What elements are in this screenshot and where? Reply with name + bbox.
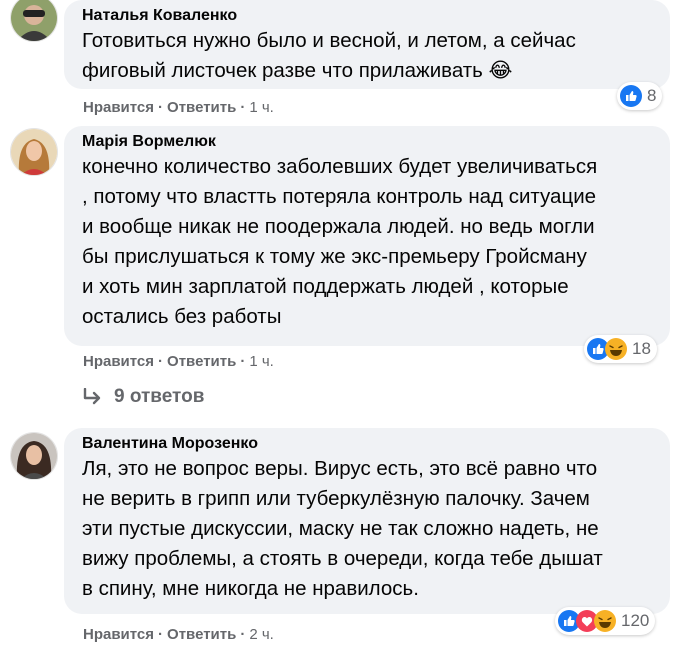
reply-arrow-icon xyxy=(83,388,101,405)
comment-line: , потому что властть потеряла контроль н… xyxy=(82,185,597,208)
comment-line: и вообще никак не поодержала людей. но в… xyxy=(82,215,595,238)
avatar[interactable] xyxy=(10,0,58,42)
comment-text: Ля, это не вопрос веры. Вирус есть, это … xyxy=(82,454,656,604)
comment-actions: Нравится · Ответить · 1 ч. xyxy=(83,99,274,117)
replies-count-label[interactable]: 9 ответов xyxy=(114,386,204,408)
reaction-count: 8 xyxy=(647,86,657,105)
comment-bubble: Наталья Коваленко Готовиться нужно было … xyxy=(64,0,670,89)
comment-actions: Нравится · Ответить · 1 ч. xyxy=(83,353,274,371)
reply-button[interactable]: Ответить xyxy=(167,99,236,116)
comment-line: вижу проблемы, а стоять в очереди, когда… xyxy=(82,547,603,570)
comment-author[interactable]: Марія Вормелюк xyxy=(82,132,656,152)
reactions-summary[interactable]: 120 xyxy=(555,607,656,635)
separator: · xyxy=(240,99,246,116)
comment-line: конечно количество заболевших будет увел… xyxy=(82,155,598,178)
like-button[interactable]: Нравится xyxy=(83,626,154,643)
separator: · xyxy=(240,353,246,370)
laugh-icon xyxy=(605,338,627,360)
reply-button[interactable]: Ответить xyxy=(167,626,236,643)
comment-author[interactable]: Валентина Морозенко xyxy=(82,434,656,454)
comment-line: Ля, это не вопрос веры. Вирус есть, это … xyxy=(82,457,598,480)
view-replies-link[interactable]: 9 ответов xyxy=(82,386,204,408)
comment-line: и хоть мин зарплатой поддержать людей , … xyxy=(82,275,569,298)
like-button[interactable]: Нравится xyxy=(83,99,154,116)
separator: · xyxy=(158,99,164,116)
comment-time[interactable]: 1 ч. xyxy=(249,99,274,116)
separator: · xyxy=(158,626,164,643)
reaction-count: 120 xyxy=(621,611,650,630)
separator: · xyxy=(240,626,246,643)
comment-line: эти пустые дискуссии, маску не так сложн… xyxy=(82,517,599,540)
like-icon xyxy=(620,85,642,107)
avatar[interactable] xyxy=(10,128,58,176)
comment-line: Готовиться нужно было и весной, и летом,… xyxy=(82,29,576,52)
reaction-count: 18 xyxy=(632,339,651,358)
reactions-summary[interactable]: 18 xyxy=(584,335,657,363)
comment-bubble: Марія Вормелюк конечно количество заболе… xyxy=(64,126,670,346)
comment-text: Готовиться нужно было и весной, и летом,… xyxy=(82,26,656,86)
comment-line: бы прислушаться к тому же экс-премьеру Г… xyxy=(82,245,587,268)
like-button[interactable]: Нравится xyxy=(83,353,154,370)
comment-line: остались без работы xyxy=(82,305,282,328)
comment-time[interactable]: 1 ч. xyxy=(249,353,274,370)
comment-time[interactable]: 2 ч. xyxy=(249,626,274,643)
comment-line: фиговый листочек разве что прилаживать 😂 xyxy=(82,59,513,82)
comment-line: в спину, мне никогда не нравилось. xyxy=(82,577,419,600)
reply-button[interactable]: Ответить xyxy=(167,353,236,370)
avatar[interactable] xyxy=(10,432,58,480)
reactions-summary[interactable]: 8 xyxy=(617,82,663,110)
comment-text: конечно количество заболевших будет увел… xyxy=(82,152,656,332)
laugh-icon xyxy=(594,610,616,632)
comment-line: не верить в грипп или туберкулёзную пало… xyxy=(82,487,590,510)
comment-actions: Нравится · Ответить · 2 ч. xyxy=(83,626,274,644)
comment-bubble: Валентина Морозенко Ля, это не вопрос ве… xyxy=(64,428,670,614)
separator: · xyxy=(158,353,164,370)
comment-author[interactable]: Наталья Коваленко xyxy=(82,6,656,26)
